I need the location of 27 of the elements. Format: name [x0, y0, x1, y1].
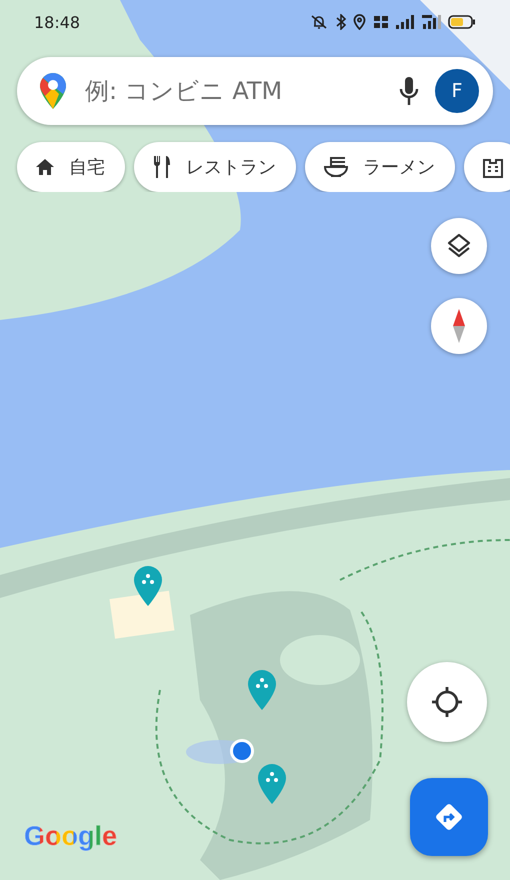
- home-icon: [35, 158, 55, 176]
- category-chip[interactable]: レストラン: [134, 142, 296, 192]
- compass-needle-icon: [451, 308, 467, 344]
- microphone-icon[interactable]: [399, 76, 419, 106]
- battery-icon: [448, 15, 476, 29]
- signal-icon: [396, 15, 414, 29]
- bluetooth-icon: [336, 14, 346, 30]
- building-icon: [482, 156, 504, 178]
- place-pin-icon[interactable]: [134, 566, 162, 606]
- bowl-icon: [323, 155, 349, 179]
- clock: 18:48: [34, 12, 80, 32]
- search-bar[interactable]: 例: コンビニ ATM F: [17, 57, 493, 125]
- map-pin-icon: [39, 72, 67, 110]
- place-pin-icon[interactable]: [258, 764, 286, 804]
- layers-icon: [446, 233, 472, 259]
- crosshair-icon: [430, 685, 464, 719]
- location-icon: [353, 14, 366, 30]
- place-pin-icon[interactable]: [248, 670, 276, 710]
- directions-button[interactable]: [410, 778, 488, 856]
- muted-bell-icon: [309, 14, 329, 30]
- fork-knife-icon: [152, 155, 172, 179]
- current-location-dot: [186, 739, 254, 764]
- category-chip[interactable]: ラーメン: [305, 142, 455, 192]
- search-field[interactable]: 例: コンビニ ATM: [83, 76, 383, 106]
- category-chip[interactable]: 自宅: [17, 142, 125, 192]
- account-avatar[interactable]: F: [435, 69, 479, 113]
- mobile-signal-icon: [421, 15, 441, 29]
